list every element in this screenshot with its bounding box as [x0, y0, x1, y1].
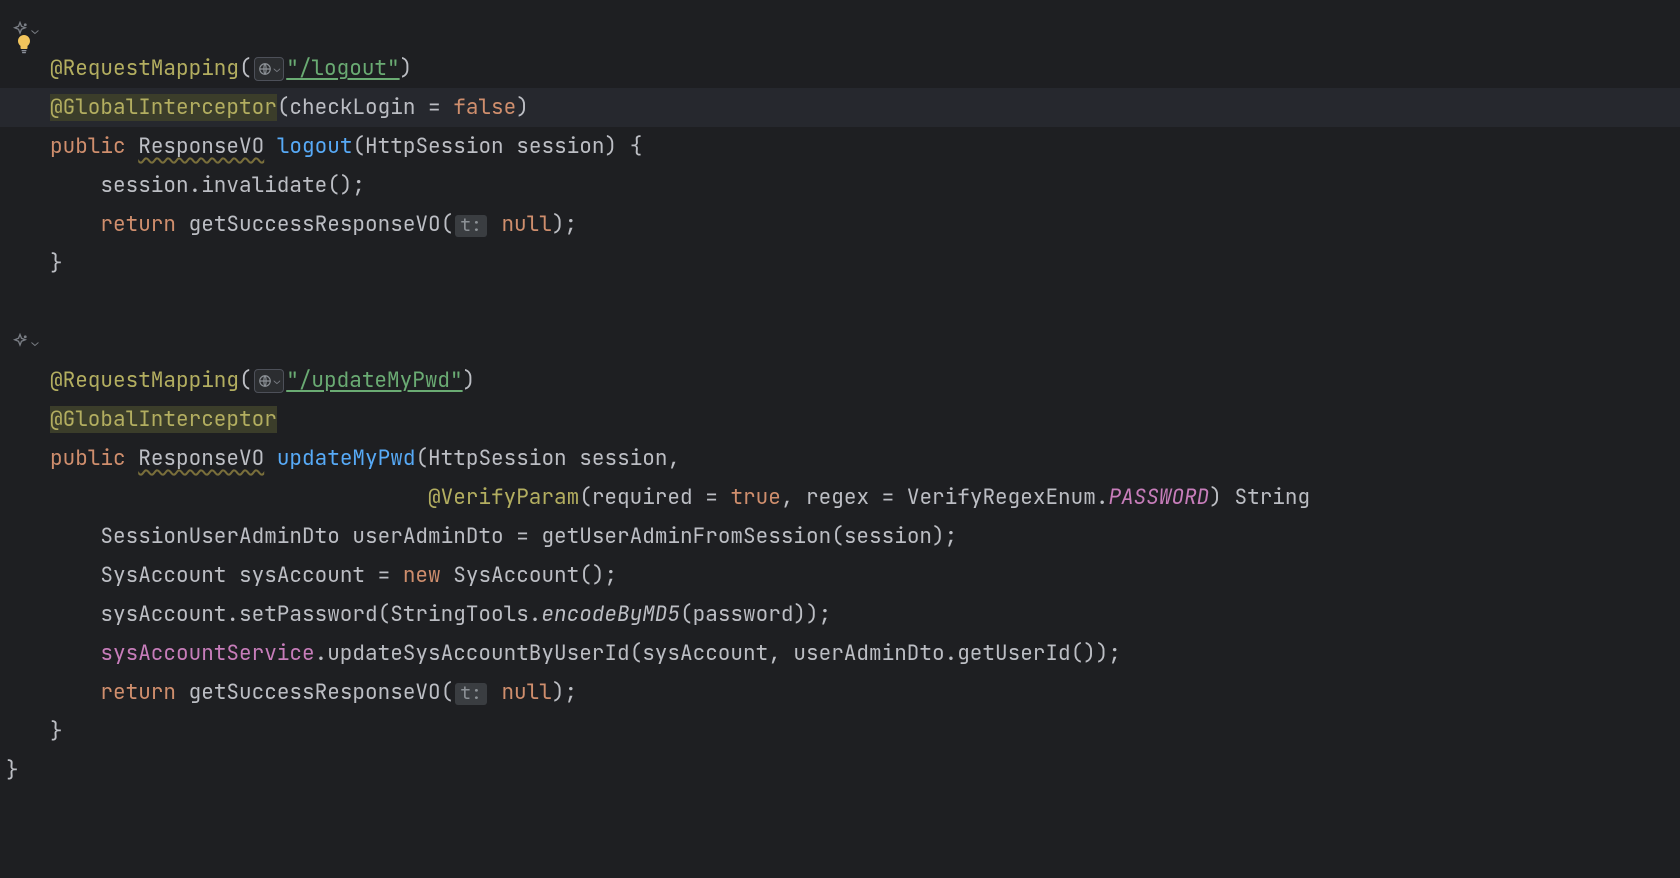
call-part: (password));: [680, 601, 831, 628]
close-brace: }: [6, 757, 19, 784]
annotation-param-name: regex: [806, 484, 869, 511]
identifier: sysAccount: [100, 601, 226, 628]
field: sysAccountService: [100, 640, 314, 667]
enum-type: VerifyRegexEnum: [907, 484, 1096, 511]
code-line[interactable]: }: [0, 712, 1680, 751]
identifier: session: [100, 172, 188, 199]
url-globe-icon[interactable]: ⌄: [254, 369, 285, 393]
keyword-public: public: [50, 133, 126, 160]
annotation: @GlobalInterceptor: [50, 406, 277, 433]
code-line[interactable]: }: [0, 244, 1680, 283]
code-line[interactable]: sysAccountService.updateSysAccountByUser…: [0, 634, 1680, 673]
intention-bulb-icon[interactable]: [14, 34, 34, 54]
call-part: .setPassword(StringTools.: [226, 601, 541, 628]
return-type: ResponseVO: [138, 133, 264, 160]
ai-assist-icon[interactable]: [11, 333, 29, 351]
enum-constant: PASSWORD: [1108, 484, 1209, 511]
method-name: updateMyPwd: [277, 445, 416, 472]
gutter-row: ⌄: [0, 10, 1680, 49]
code-line[interactable]: return getSuccessResponseVO(t: null);: [0, 673, 1680, 712]
call: getSuccessResponseVO(: [189, 679, 454, 706]
close-brace: }: [50, 250, 63, 277]
gutter-row: ⌄: [0, 322, 1680, 361]
code-line[interactable]: @VerifyParam(required = true, regex = Ve…: [0, 478, 1680, 517]
annotation: @VerifyParam: [428, 484, 579, 511]
code-line[interactable]: session.invalidate();: [0, 166, 1680, 205]
keyword-public: public: [50, 445, 126, 472]
param-hint: t:: [455, 683, 487, 705]
code-line[interactable]: }: [0, 751, 1680, 790]
call: .updateSysAccountByUserId(sysAccount, us…: [315, 640, 1121, 667]
call: getUserAdminFromSession(session);: [541, 523, 957, 550]
code-line[interactable]: SessionUserAdminDto userAdminDto = getUs…: [0, 517, 1680, 556]
annotation: @GlobalInterceptor: [50, 94, 277, 121]
fold-chevron-icon[interactable]: ⌄: [31, 334, 38, 350]
url-string: "/logout": [286, 55, 399, 82]
code-line[interactable]: sysAccount.setPassword(StringTools.encod…: [0, 595, 1680, 634]
code-line[interactable]: return getSuccessResponseVO(t: null);: [0, 205, 1680, 244]
code-line[interactable]: @RequestMapping(⌄"/updateMyPwd"): [0, 361, 1680, 400]
type: SessionUserAdminDto: [100, 523, 339, 550]
keyword-true: true: [730, 484, 780, 511]
static-method: encodeByMD5: [541, 601, 680, 628]
code-editor[interactable]: ⌄ @RequestMapping(⌄"/logout") @GlobalInt…: [0, 0, 1680, 878]
param-type: String: [1235, 484, 1311, 511]
param-name: session: [579, 445, 667, 472]
annotation-param-name: required: [592, 484, 693, 511]
close-brace: }: [50, 718, 63, 745]
param-type: HttpSession: [365, 133, 504, 160]
call: getSuccessResponseVO(: [189, 211, 454, 238]
url-globe-icon[interactable]: ⌄: [254, 57, 285, 81]
code-line[interactable]: public ResponseVO updateMyPwd(HttpSessio…: [0, 439, 1680, 478]
code-line[interactable]: public ResponseVO logout(HttpSession ses…: [0, 127, 1680, 166]
variable: sysAccount: [239, 562, 365, 589]
call: .invalidate();: [189, 172, 365, 199]
keyword-return: return: [100, 211, 176, 238]
keyword-false: false: [453, 94, 516, 121]
code-line-active[interactable]: @GlobalInterceptor(checkLogin = false): [0, 88, 1680, 127]
keyword-null: null: [501, 679, 551, 706]
return-type: ResponseVO: [138, 445, 264, 472]
keyword-new: new: [403, 562, 441, 589]
keyword-return: return: [100, 679, 176, 706]
param-type: HttpSession: [428, 445, 567, 472]
annotation: @RequestMapping: [50, 55, 239, 82]
constructor: SysAccount();: [441, 562, 617, 589]
annotation: @RequestMapping: [50, 367, 239, 394]
url-string: "/updateMyPwd": [286, 367, 462, 394]
param-hint: t:: [455, 215, 487, 237]
param-name: session: [516, 133, 604, 160]
annotation-param-name: checkLogin: [289, 94, 415, 121]
variable: userAdminDto: [352, 523, 503, 550]
code-line[interactable]: @GlobalInterceptor: [0, 400, 1680, 439]
code-line[interactable]: SysAccount sysAccount = new SysAccount()…: [0, 556, 1680, 595]
code-line[interactable]: @RequestMapping(⌄"/logout"): [0, 49, 1680, 88]
code-line-blank: [0, 283, 1680, 322]
keyword-null: null: [501, 211, 551, 238]
type: SysAccount: [100, 562, 226, 589]
method-name: logout: [277, 133, 353, 160]
